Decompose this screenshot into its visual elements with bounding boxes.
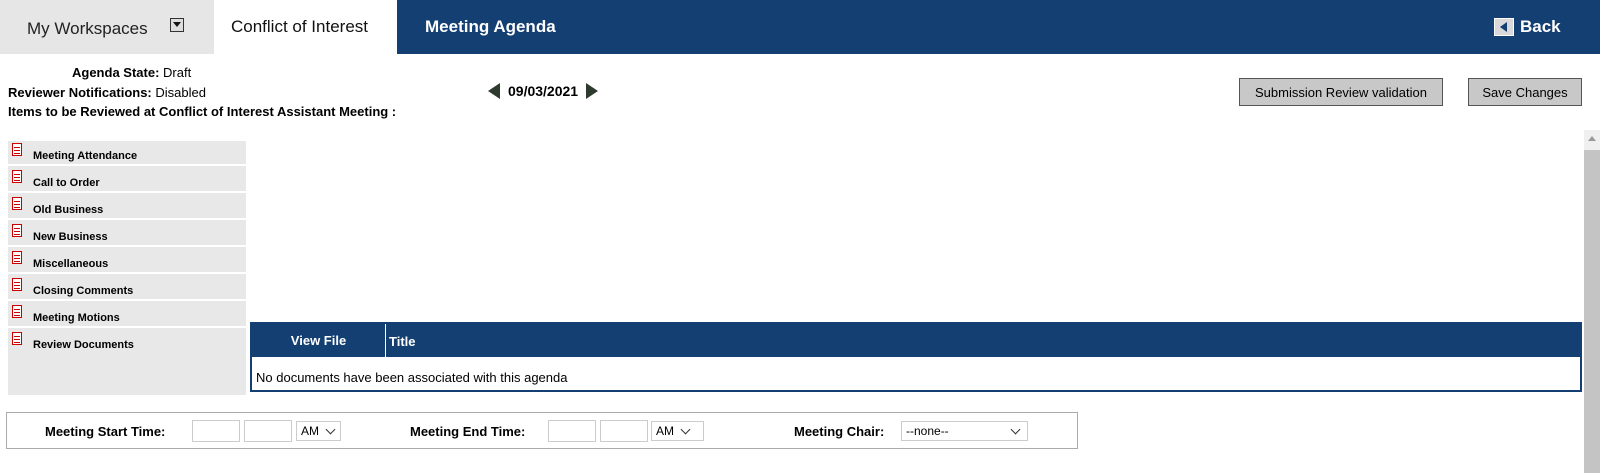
sidebar-item-label: Review Documents: [33, 339, 134, 351]
meeting-time-panel: Meeting Start Time: AM Meeting End Time:…: [6, 412, 1078, 449]
document-icon: [12, 197, 22, 210]
sidebar-item-label: Call to Order: [33, 177, 100, 189]
column-header-view-file: View File: [252, 324, 386, 357]
document-icon: [12, 278, 22, 291]
sidebar-item-review-documents[interactable]: Review Documents: [8, 330, 246, 353]
back-arrow-icon: [1494, 18, 1514, 36]
next-date-icon[interactable]: [586, 83, 599, 99]
page-title: Meeting Agenda: [425, 17, 556, 36]
start-hour-input[interactable]: [192, 420, 240, 442]
sidebar-item-label: Miscellaneous: [33, 258, 109, 270]
submission-review-validation-button[interactable]: Submission Review validation: [1239, 78, 1443, 106]
agenda-state: Agenda State: Draft: [72, 65, 191, 80]
tab-conflict-of-interest[interactable]: Conflict of Interest: [214, 0, 397, 54]
sidebar-item-label: Meeting Attendance: [33, 150, 138, 162]
sidebar-item-label: Closing Comments: [33, 285, 134, 297]
chevron-down-icon: [680, 424, 691, 434]
end-ampm-value: AM: [656, 424, 674, 438]
document-icon: [12, 305, 22, 318]
tab-my-workspaces[interactable]: My Workspaces: [0, 0, 214, 54]
back-button-label: Back: [1520, 17, 1561, 36]
end-minute-input[interactable]: [600, 420, 648, 442]
meeting-end-time-label: Meeting End Time:: [410, 424, 526, 439]
sidebar-item-call-to-order[interactable]: Call to Order: [8, 168, 246, 193]
sidebar-item-label: New Business: [33, 231, 108, 243]
end-hour-input[interactable]: [548, 420, 596, 442]
sidebar-item-meeting-attendance[interactable]: Meeting Attendance: [8, 141, 246, 166]
table-header: View File Title: [252, 324, 1580, 357]
reviewer-notifications-value: Disabled: [155, 85, 206, 100]
agenda-state-value: Draft: [163, 65, 192, 80]
start-ampm-select[interactable]: AM: [296, 421, 341, 441]
document-icon: [12, 251, 22, 264]
end-ampm-select[interactable]: AM: [651, 421, 704, 441]
vertical-scrollbar[interactable]: [1584, 130, 1600, 473]
chevron-down-icon: [325, 424, 336, 434]
meeting-chair-value: --none--: [906, 424, 949, 438]
document-icon: [12, 170, 22, 183]
agenda-sections-sidebar: Meeting Attendance Call to Order Old Bus…: [8, 141, 246, 395]
column-header-title: Title: [389, 334, 416, 349]
sidebar-item-closing-comments[interactable]: Closing Comments: [8, 276, 246, 301]
date-navigator: 09/03/2021: [488, 83, 599, 99]
scroll-up-arrow-icon[interactable]: [1588, 136, 1596, 141]
scrollbar-thumb[interactable]: [1584, 150, 1600, 473]
reviewer-notifications-label: Reviewer Notifications:: [8, 85, 152, 100]
reviewer-notifications: Reviewer Notifications: Disabled: [8, 85, 206, 100]
empty-table-message: No documents have been associated with t…: [256, 370, 568, 385]
sidebar-item-miscellaneous[interactable]: Miscellaneous: [8, 249, 246, 274]
sidebar-item-old-business[interactable]: Old Business: [8, 195, 246, 220]
back-button[interactable]: Back: [1494, 16, 1561, 38]
document-icon: [12, 224, 22, 237]
agenda-state-label: Agenda State:: [72, 65, 160, 80]
start-ampm-value: AM: [301, 424, 319, 438]
meeting-start-time-label: Meeting Start Time:: [45, 424, 166, 439]
previous-date-icon[interactable]: [488, 83, 500, 99]
top-navigation-bar: My Workspaces Conflict of Interest Meeti…: [0, 0, 1600, 54]
review-documents-table: View File Title No documents have been a…: [250, 322, 1582, 392]
document-icon: [12, 332, 22, 345]
document-icon: [12, 143, 22, 156]
sidebar-item-new-business[interactable]: New Business: [8, 222, 246, 247]
dropdown-arrow-icon[interactable]: [170, 18, 184, 32]
meeting-date: 09/03/2021: [508, 83, 579, 99]
sidebar-item-label: Old Business: [33, 204, 104, 216]
tab-conflict-of-interest-label: Conflict of Interest: [231, 17, 369, 36]
items-heading: Items to be Reviewed at Conflict of Inte…: [8, 104, 397, 119]
meeting-chair-select[interactable]: --none--: [901, 421, 1028, 441]
sidebar-item-meeting-motions[interactable]: Meeting Motions: [8, 303, 246, 328]
tab-my-workspaces-label: My Workspaces: [27, 19, 148, 38]
meeting-chair-label: Meeting Chair:: [794, 424, 885, 439]
start-minute-input[interactable]: [244, 420, 292, 442]
chevron-down-icon: [1010, 424, 1021, 434]
sidebar-item-label: Meeting Motions: [33, 312, 120, 324]
save-changes-button[interactable]: Save Changes: [1468, 78, 1582, 106]
